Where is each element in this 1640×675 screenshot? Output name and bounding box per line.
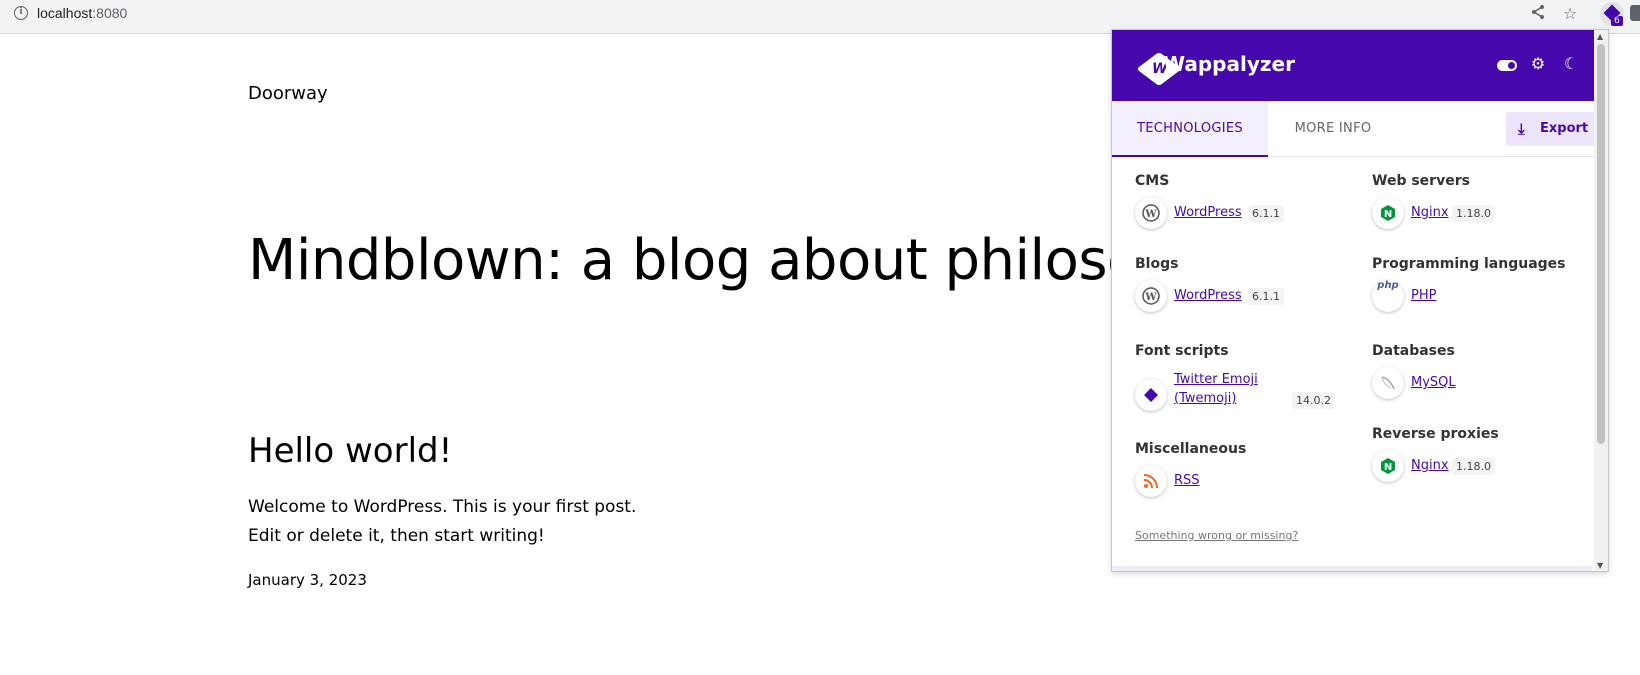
toggle-icon[interactable] [1497, 60, 1517, 71]
export-label: Export [1540, 121, 1589, 136]
share-icon[interactable] [1528, 4, 1548, 24]
url-port: :8080 [92, 5, 128, 21]
post-excerpt-line-2: Edit or delete it, then start writing! [248, 526, 545, 546]
hero-title: Mindblown: a blog about philoso [248, 228, 1141, 293]
nginx-icon: N [1372, 197, 1404, 229]
version-badge: 1.18.0 [1452, 458, 1495, 475]
tab-more-info[interactable]: MORE INFO [1268, 101, 1398, 157]
tech-link-nginx[interactable]: Nginx [1411, 456, 1449, 475]
info-icon[interactable]: i [14, 6, 28, 20]
svg-text:W: W [1144, 209, 1157, 220]
moon-icon[interactable]: ☾ [1561, 54, 1581, 74]
nginx-icon: N [1372, 450, 1404, 482]
tech-link-wordpress[interactable]: WordPress [1174, 203, 1242, 222]
popup-header: W Wappalyzer ⚙ ☾ [1112, 30, 1608, 101]
category-web-servers: Web servers [1372, 173, 1470, 189]
url-host: localhost [37, 5, 93, 21]
post-date[interactable]: January 3, 2023 [248, 571, 367, 589]
tech-link-twemoji-line1[interactable]: Twitter Emoji [1174, 370, 1258, 389]
category-databases: Databases [1372, 343, 1455, 359]
tech-link-rss[interactable]: RSS [1174, 471, 1200, 490]
version-badge: 6.1.1 [1248, 288, 1284, 305]
url-field[interactable]: localhost:8080 [37, 5, 127, 21]
export-button[interactable]: ⤓ Export [1506, 112, 1600, 146]
wordpress-icon: W [1135, 280, 1167, 312]
wappalyzer-popup: W Wappalyzer ⚙ ☾ TECHNOLOGIES MORE INFO … [1111, 29, 1609, 572]
scroll-up-icon[interactable]: ▲ [1597, 32, 1603, 41]
gear-icon[interactable]: ⚙ [1528, 54, 1548, 74]
category-font-scripts: Font scripts [1135, 343, 1229, 359]
brand-name: Wappalyzer [1163, 52, 1295, 76]
download-icon: ⤓ [1518, 120, 1525, 138]
tab-bar: TECHNOLOGIES MORE INFO ⤓ Export [1112, 101, 1608, 157]
category-blogs: Blogs [1135, 256, 1179, 272]
category-cms: CMS [1135, 173, 1170, 189]
popup-footer [1112, 566, 1592, 571]
svg-text:W: W [1144, 292, 1157, 303]
version-badge: 1.18.0 [1452, 205, 1495, 222]
extensions-icon[interactable] [1630, 5, 1640, 21]
svg-text:N: N [1384, 209, 1392, 220]
scroll-down-icon[interactable]: ▼ [1597, 561, 1603, 570]
tech-link-mysql[interactable]: MySQL [1411, 373, 1456, 392]
post-excerpt-line-1: Welcome to WordPress. This is your first… [248, 497, 637, 517]
rss-icon [1135, 465, 1167, 497]
site-title[interactable]: Doorway [248, 83, 328, 104]
tech-link-nginx[interactable]: Nginx [1411, 203, 1449, 222]
tech-link-twemoji-line2[interactable]: (Twemoji) [1174, 389, 1236, 408]
category-miscellaneous: Miscellaneous [1135, 441, 1247, 457]
tech-link-wordpress[interactable]: WordPress [1174, 286, 1242, 305]
category-reverse-proxies: Reverse proxies [1372, 426, 1499, 442]
scrollbar-thumb[interactable] [1597, 44, 1605, 444]
tech-link-php[interactable]: PHP [1411, 286, 1436, 305]
twemoji-icon [1135, 379, 1167, 411]
version-badge: 6.1.1 [1248, 205, 1284, 222]
mysql-icon [1372, 367, 1404, 399]
wordpress-icon: W [1135, 197, 1167, 229]
something-wrong-link[interactable]: Something wrong or missing? [1135, 529, 1298, 542]
tab-technologies[interactable]: TECHNOLOGIES [1112, 101, 1268, 157]
svg-text:N: N [1384, 462, 1392, 473]
category-programming-languages: Programming languages [1372, 256, 1566, 272]
version-badge: 14.0.2 [1292, 392, 1335, 409]
php-icon: php [1372, 280, 1404, 312]
post-title[interactable]: Hello world! [248, 431, 452, 471]
extension-badge: 6 [1611, 16, 1623, 26]
star-icon[interactable]: ☆ [1560, 4, 1580, 24]
